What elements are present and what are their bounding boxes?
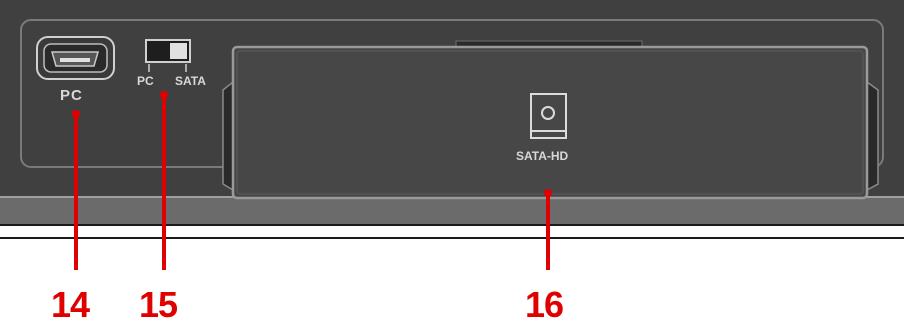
- drive-bay-label: SATA-HD: [516, 149, 569, 163]
- leader-dot-14: [72, 110, 80, 118]
- device-diagram: PC PC SATA SATA-HD 14 15 16: [0, 0, 904, 325]
- callout-16: 16: [525, 284, 564, 325]
- callout-14: 14: [51, 284, 90, 325]
- usb-port-label: PC: [60, 87, 83, 104]
- lower-bezel: [0, 197, 904, 225]
- leader-dot-16: [544, 189, 552, 197]
- leader-dot-15: [160, 91, 168, 99]
- mini-usb-port-icon: [36, 36, 115, 80]
- callout-15: 15: [139, 284, 178, 325]
- device-illustration: [0, 0, 904, 270]
- switch-label-sata: SATA: [175, 74, 206, 88]
- sata-hd-bay: [222, 45, 879, 200]
- switch-label-pc: PC: [137, 74, 154, 88]
